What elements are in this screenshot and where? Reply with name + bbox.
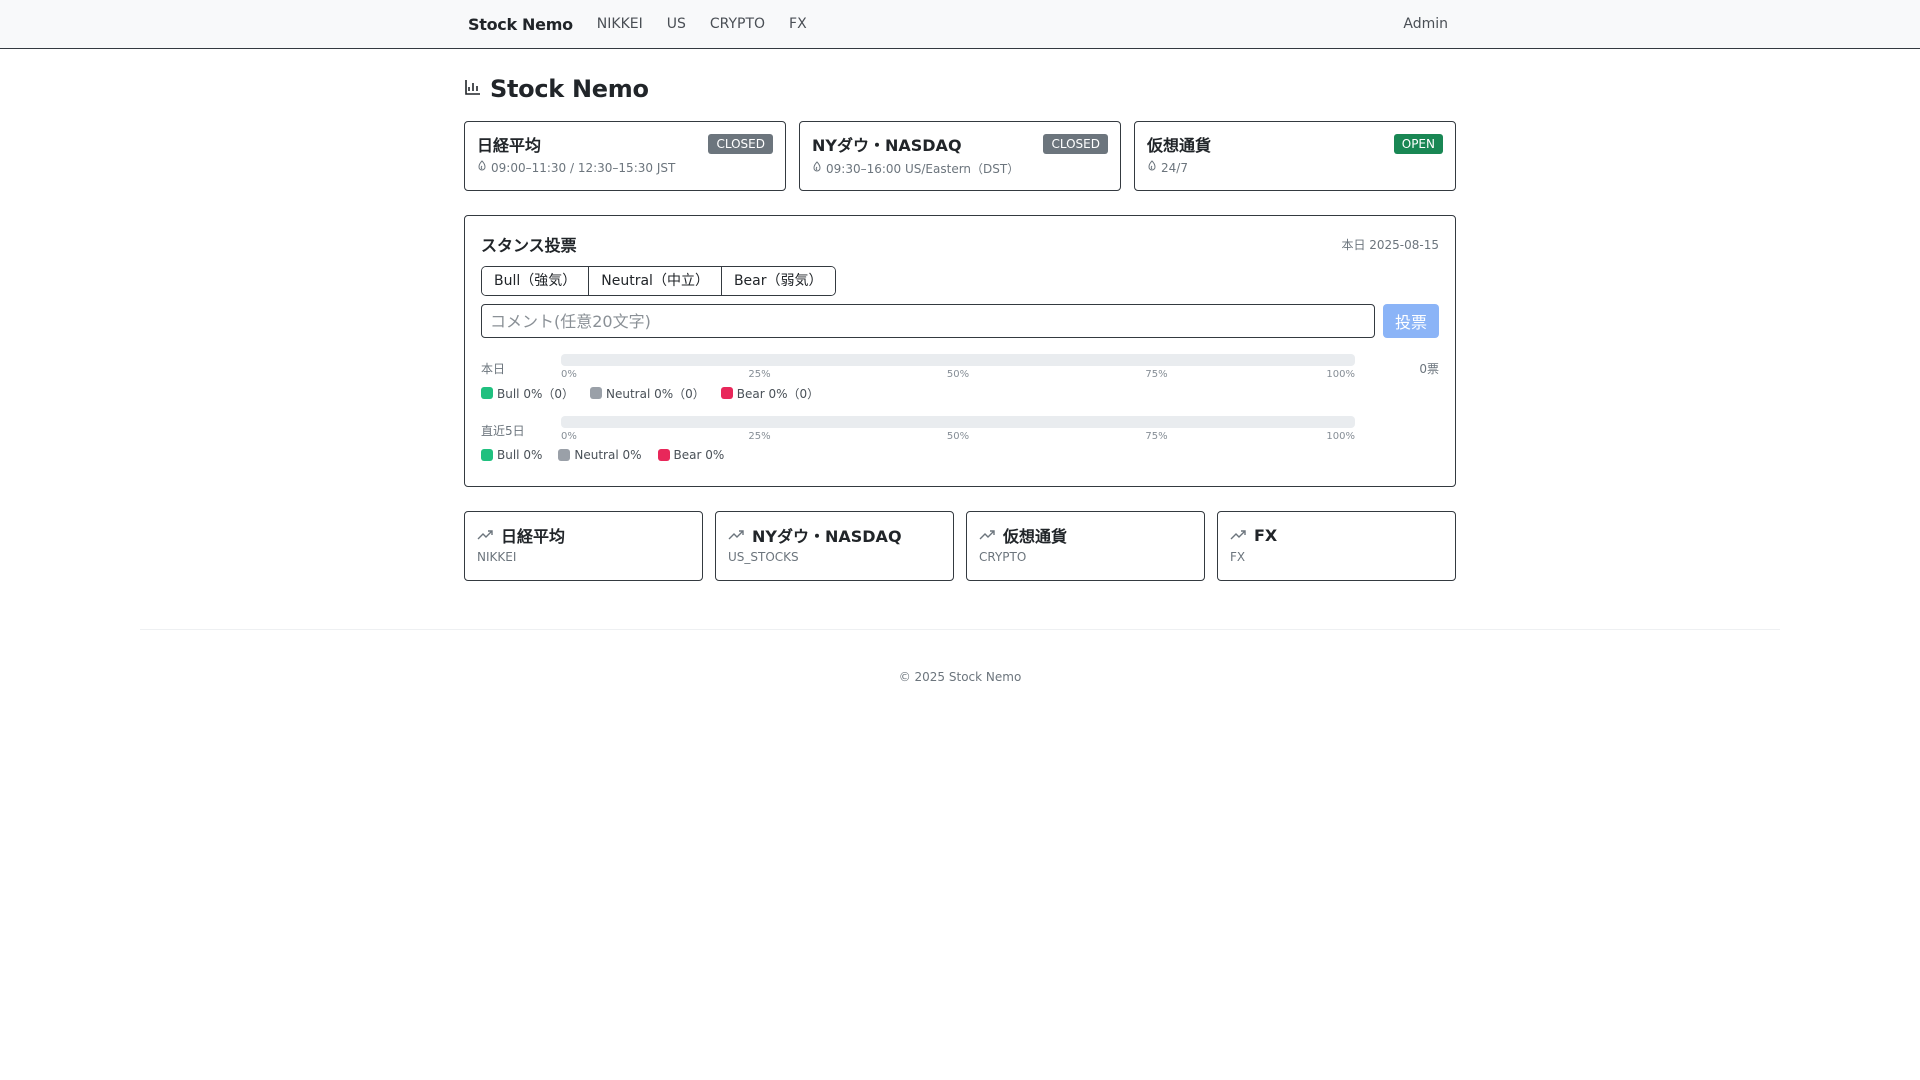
market-card-us: NYダウ・NASDAQ CLOSED 09:30–16:00 US/Easter…: [799, 121, 1121, 191]
trending-up-icon: [728, 526, 744, 545]
clock-icon: [477, 160, 491, 175]
market-link-code: US_STOCKS: [728, 550, 799, 564]
today-progress-bar: [561, 354, 1355, 366]
today-bar-row: 本日 0% 25% 50% 75% 100% 0票: [481, 354, 1439, 384]
trending-up-icon: [1230, 526, 1246, 545]
market-card-nikkei: 日経平均 CLOSED 09:00–11:30 / 12:30–15:30 JS…: [464, 121, 786, 191]
legend-neutral-text: Neutral 0%: [574, 448, 642, 462]
recent-legend: Bull 0% Neutral 0% Bear 0%: [481, 446, 1439, 464]
bull-swatch: [481, 449, 493, 461]
comment-input[interactable]: [481, 304, 1375, 338]
vote-date: 本日 2025-08-15: [1341, 237, 1439, 252]
navbar-inner: Stock Nemo NIKKEI US CRYPTO FX Admin: [464, 0, 1456, 48]
market-link-code: FX: [1230, 550, 1246, 564]
tick-label: 50%: [946, 431, 970, 442]
market-link-us[interactable]: NYダウ・NASDAQ US_STOCKS: [715, 511, 954, 581]
status-badge: CLOSED: [708, 134, 773, 154]
chart-icon: [464, 78, 482, 100]
nav-links: NIKKEI US CRYPTO FX: [585, 16, 819, 32]
status-badge: CLOSED: [1043, 134, 1108, 154]
nav-link-admin[interactable]: Admin: [1403, 16, 1448, 32]
tick-label: 25%: [748, 369, 771, 380]
clock-icon: [812, 161, 826, 176]
brand-link[interactable]: Stock Nemo: [468, 15, 573, 34]
footer-divider: [140, 629, 1780, 630]
bull-swatch: [481, 387, 493, 399]
page-title: Stock Nemo: [490, 75, 649, 103]
today-legend: Bull 0%（0） Neutral 0%（0） Bear 0%（0）: [481, 384, 1439, 402]
neutral-swatch: [590, 387, 602, 399]
tick-label: 100%: [1326, 431, 1355, 442]
neutral-swatch: [558, 449, 571, 461]
legend-bull: Bull 0%: [481, 448, 542, 462]
legend-bear: Bear 0%: [657, 448, 725, 462]
legend-neutral: Neutral 0%: [558, 448, 642, 462]
today-label: 本日: [481, 362, 506, 376]
bull-button[interactable]: Bull（強気）: [482, 267, 590, 295]
recent-bar-row: 直近5日 0% 25% 50% 75% 100%: [481, 416, 1439, 446]
market-card-crypto: 仮想通貨 OPEN 24/7: [1134, 121, 1456, 191]
tick-label: 0%: [561, 431, 577, 442]
tick-label: 0%: [561, 369, 577, 380]
today-vote-count: 0票: [1419, 362, 1439, 376]
trending-up-icon: [979, 526, 995, 545]
bear-swatch: [657, 449, 670, 461]
status-badge: OPEN: [1393, 134, 1443, 154]
today-ticks: 0% 25% 50% 75% 100%: [561, 369, 1355, 381]
tick-label: 25%: [748, 431, 771, 442]
legend-bull-text: Bull 0%（0）: [497, 386, 574, 401]
market-name: NYダウ・NASDAQ: [812, 136, 962, 155]
clock-icon: [1147, 160, 1161, 175]
legend-bear: Bear 0%（0）: [720, 385, 820, 402]
market-link-fx[interactable]: FX FX: [1217, 511, 1456, 581]
market-hours: 24/7: [1161, 160, 1188, 175]
legend-neutral: Neutral 0%（0）: [590, 385, 705, 402]
legend-bear-text: Bear 0%: [673, 448, 725, 462]
nav-link-us[interactable]: US: [655, 16, 698, 32]
legend-neutral-text: Neutral 0%（0）: [606, 386, 705, 401]
market-link-code: NIKKEI: [477, 550, 517, 564]
navbar: Stock Nemo NIKKEI US CRYPTO FX Admin: [0, 0, 1920, 49]
market-link-nikkei[interactable]: 日経平均 NIKKEI: [464, 511, 703, 581]
nav-link-crypto[interactable]: CRYPTO: [698, 16, 777, 32]
neutral-button[interactable]: Neutral（中立）: [589, 267, 722, 295]
bear-button[interactable]: Bear（弱気）: [721, 267, 835, 295]
legend-bull-text: Bull 0%: [497, 448, 543, 462]
trending-up-icon: [477, 526, 493, 545]
recent-ticks: 0% 25% 50% 75% 100%: [561, 431, 1355, 443]
market-name: 仮想通貨: [1147, 136, 1212, 155]
tick-label: 75%: [1145, 431, 1168, 442]
tick-label: 100%: [1326, 369, 1355, 380]
legend-bear-text: Bear 0%（0）: [736, 386, 820, 401]
page-header: Stock Nemo: [464, 67, 649, 111]
market-link-name: 日経平均: [501, 527, 566, 546]
market-link-crypto[interactable]: 仮想通貨 CRYPTO: [966, 511, 1205, 581]
submit-vote-button[interactable]: 投票: [1383, 304, 1439, 338]
market-name: 日経平均: [477, 136, 542, 155]
stance-vote-card: スタンス投票 本日 2025-08-15 Bull（強気） Neutral（中立…: [464, 215, 1456, 487]
market-hours: 09:00–11:30 / 12:30–15:30 JST: [491, 160, 676, 175]
market-hours: 09:30–16:00 US/Eastern（DST）: [826, 162, 1020, 176]
legend-bull: Bull 0%（0）: [481, 385, 574, 402]
recent-progress-bar: [561, 416, 1355, 428]
vote-title: スタンス投票: [481, 236, 577, 255]
stance-button-group: Bull（強気） Neutral（中立） Bear（弱気）: [481, 266, 836, 296]
nav-link-nikkei[interactable]: NIKKEI: [585, 16, 655, 32]
market-link-code: CRYPTO: [979, 550, 1027, 564]
recent-label: 直近5日: [481, 424, 525, 438]
tick-label: 50%: [946, 369, 970, 380]
market-link-name: 仮想通貨: [1003, 527, 1068, 546]
footer-copyright: © 2025 Stock Nemo: [898, 670, 1022, 684]
bear-swatch: [720, 387, 733, 399]
nav-link-fx[interactable]: FX: [777, 16, 819, 32]
market-link-name: FX: [1254, 525, 1278, 545]
tick-label: 75%: [1145, 369, 1168, 380]
market-link-name: NYダウ・NASDAQ: [752, 527, 902, 546]
